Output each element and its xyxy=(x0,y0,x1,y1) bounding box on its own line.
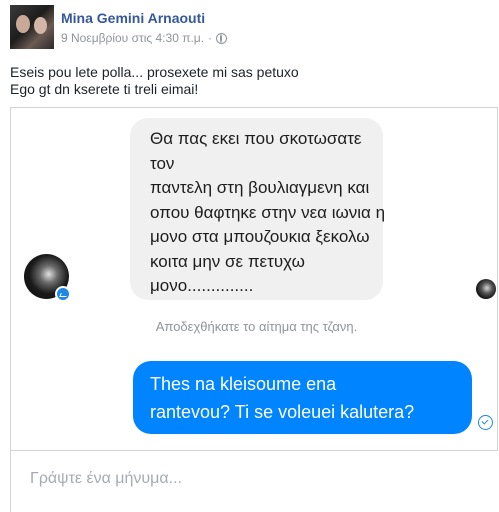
author-name[interactable]: Mina Gemini Arnaouti xyxy=(61,10,205,26)
incoming-message-text: Θα πας εκει που σκοτωσατε τον παντελη στ… xyxy=(150,129,386,295)
meta-separator: · xyxy=(208,31,213,45)
avatar-face xyxy=(16,15,30,33)
system-note: Αποδεχθήκατε το αίτημα της τζανη. xyxy=(155,319,358,334)
outgoing-message-text: Thes na kleisoume ena rantevou? Ti se vo… xyxy=(150,374,415,422)
post-meta: 9 Νοεμβρίου στις 4:30 π.μ. · xyxy=(61,31,228,45)
post-text-line: Ego gt dn kserete ti treli eimai! xyxy=(10,81,199,97)
post-text: Eseis pou lete polla... prosexete mi sas… xyxy=(10,64,299,98)
message-input[interactable] xyxy=(30,470,470,488)
seen-indicator-avatar xyxy=(476,279,496,299)
post-text-line: Eseis pou lete polla... prosexete mi sas… xyxy=(10,64,299,80)
post-timestamp[interactable]: 9 Νοεμβρίου στις 4:30 π.μ. xyxy=(61,31,204,45)
avatar-face xyxy=(34,17,47,34)
globe-icon[interactable] xyxy=(216,32,228,44)
post-header: Mina Gemini Arnaouti 9 Νοεμβρίου στις 4:… xyxy=(0,0,499,52)
check-circle-icon xyxy=(478,415,493,430)
messenger-icon xyxy=(55,286,71,302)
author-avatar[interactable] xyxy=(10,5,54,49)
